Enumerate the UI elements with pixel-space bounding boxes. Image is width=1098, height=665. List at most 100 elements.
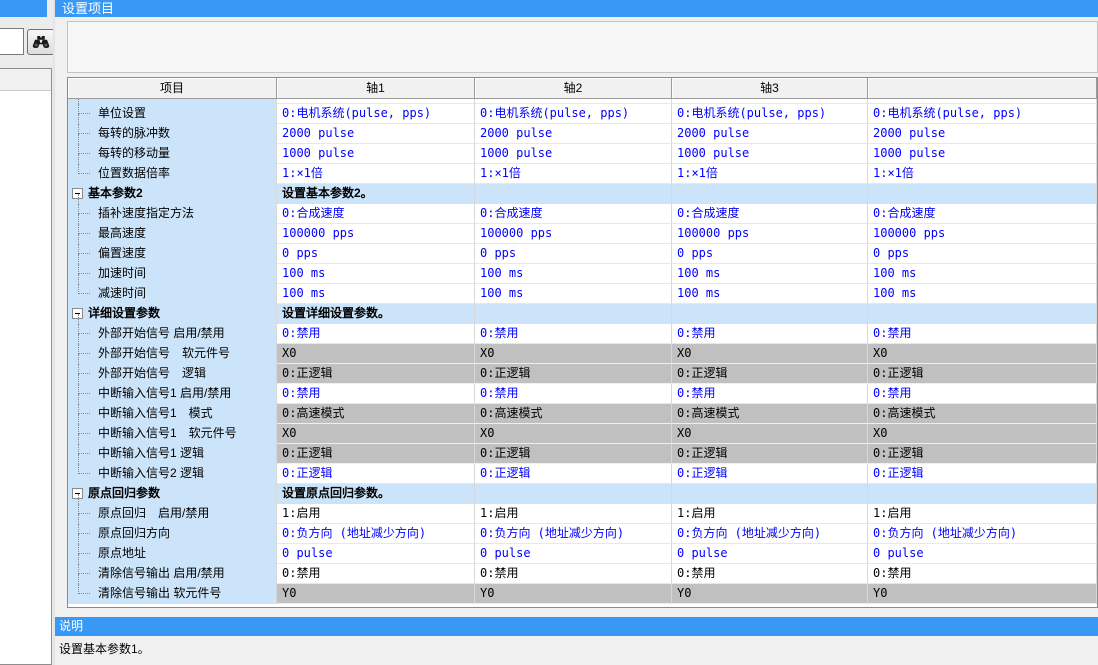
- value-cell: 0:高速模式: [277, 404, 475, 424]
- value-cell[interactable]: 0:禁用: [672, 324, 868, 344]
- value-cell[interactable]: 0:电机系统(pulse, pps): [277, 104, 475, 124]
- value-cell[interactable]: 0:负方向 (地址减少方向): [672, 524, 868, 544]
- value-cell[interactable]: 100 ms: [672, 264, 868, 284]
- value-cell[interactable]: 0:禁用: [475, 324, 672, 344]
- value-cell[interactable]: 0:负方向 (地址减少方向): [868, 524, 1097, 544]
- tree-branch-icon: [78, 424, 90, 434]
- value-cell[interactable]: 0:合成速度: [475, 204, 672, 224]
- value-cell[interactable]: 2000 pulse: [277, 124, 475, 144]
- value-cell[interactable]: 100 ms: [277, 284, 475, 304]
- value-cell[interactable]: 0:禁用: [868, 564, 1097, 584]
- item-cell: 位置数据倍率: [68, 164, 277, 184]
- table-row: 插补速度指定方法0:合成速度0:合成速度0:合成速度0:合成速度: [68, 204, 1097, 224]
- value-cell[interactable]: 0 pulse: [475, 544, 672, 564]
- value-cell[interactable]: 0:禁用: [475, 564, 672, 584]
- table-row: 原点回归 启用/禁用1:启用1:启用1:启用1:启用: [68, 504, 1097, 524]
- value-cell[interactable]: 0:禁用: [277, 564, 475, 584]
- value-cell[interactable]: 0 pulse: [672, 544, 868, 564]
- value-cell[interactable]: 2000 pulse: [475, 124, 672, 144]
- panel-titlebar[interactable]: 设置项目: [55, 0, 1098, 17]
- tree-branch-icon: [78, 124, 90, 134]
- option-area: [67, 21, 1098, 73]
- value-cell[interactable]: 100000 pps: [868, 224, 1097, 244]
- value-cell[interactable]: 100 ms: [868, 284, 1097, 304]
- search-input[interactable]: [0, 28, 24, 55]
- find-button[interactable]: [27, 29, 55, 55]
- tree-line: [78, 414, 79, 424]
- value-cell[interactable]: 0:正逻辑: [868, 464, 1097, 484]
- table-row: 中断输入信号1 逻辑0:正逻辑0:正逻辑0:正逻辑0:正逻辑: [68, 444, 1097, 464]
- value-cell[interactable]: 1:×1倍: [475, 164, 672, 184]
- value-cell[interactable]: 0:禁用: [868, 324, 1097, 344]
- item-cell: 加速时间: [68, 264, 277, 284]
- value-cell[interactable]: 0:禁用: [672, 564, 868, 584]
- value-cell[interactable]: 0:正逻辑: [277, 464, 475, 484]
- settings-table-body: 单位设置0:电机系统(pulse, pps)0:电机系统(pulse, pps)…: [68, 99, 1097, 604]
- value-cell[interactable]: 1:启用: [868, 504, 1097, 524]
- value-cell[interactable]: 0:正逻辑: [672, 464, 868, 484]
- blank-cell: [672, 184, 868, 204]
- value-cell[interactable]: 1000 pulse: [868, 144, 1097, 164]
- value-cell[interactable]: 0:电机系统(pulse, pps): [868, 104, 1097, 124]
- value-cell[interactable]: 0 pulse: [868, 544, 1097, 564]
- value-cell[interactable]: 1:×1倍: [672, 164, 868, 184]
- table-bottom-strip: [68, 604, 1097, 607]
- table-row: 外部开始信号 软元件号X0X0X0X0: [68, 344, 1097, 364]
- value-cell[interactable]: 0 pps: [672, 244, 868, 264]
- value-cell[interactable]: 100 ms: [475, 284, 672, 304]
- value-cell[interactable]: 0:禁用: [277, 384, 475, 404]
- value-cell[interactable]: 0:禁用: [277, 324, 475, 344]
- value-cell[interactable]: 0:正逻辑: [475, 464, 672, 484]
- tree-line: [78, 154, 79, 164]
- item-label: 中断输入信号1 逻辑: [98, 444, 204, 463]
- blank-cell: [868, 184, 1097, 204]
- value-cell[interactable]: 100000 pps: [672, 224, 868, 244]
- value-cell[interactable]: 2000 pulse: [868, 124, 1097, 144]
- value-cell[interactable]: 0:禁用: [672, 384, 868, 404]
- value-cell[interactable]: 0:合成速度: [868, 204, 1097, 224]
- value-cell[interactable]: 100000 pps: [475, 224, 672, 244]
- value-cell[interactable]: 0:负方向 (地址减少方向): [277, 524, 475, 544]
- value-cell[interactable]: 0 pps: [475, 244, 672, 264]
- item-label: 原点回归 启用/禁用: [98, 504, 209, 523]
- value-cell[interactable]: 0:禁用: [868, 384, 1097, 404]
- table-row: 每转的脉冲数2000 pulse2000 pulse2000 pulse2000…: [68, 124, 1097, 144]
- value-cell[interactable]: 1000 pulse: [672, 144, 868, 164]
- value-cell[interactable]: 0:禁用: [475, 384, 672, 404]
- section-row: 基本参数2 设置基本参数2。: [68, 184, 1097, 204]
- tree-line: [78, 114, 79, 124]
- value-cell[interactable]: 1000 pulse: [475, 144, 672, 164]
- value-cell[interactable]: 100 ms: [475, 264, 672, 284]
- section-description-cell: 设置基本参数2。: [277, 184, 475, 204]
- value-cell[interactable]: 1:启用: [277, 504, 475, 524]
- value-cell[interactable]: 0:电机系统(pulse, pps): [672, 104, 868, 124]
- binoculars-icon: [32, 35, 50, 49]
- value-cell[interactable]: 0:合成速度: [672, 204, 868, 224]
- item-label: 中断输入信号1 软元件号: [98, 424, 237, 443]
- column-header: [868, 78, 1097, 99]
- value-cell[interactable]: 1:启用: [475, 504, 672, 524]
- table-row: 偏置速度0 pps0 pps0 pps0 pps: [68, 244, 1097, 264]
- item-label: 基本参数2: [88, 184, 143, 203]
- value-cell[interactable]: 1:×1倍: [868, 164, 1097, 184]
- value-cell[interactable]: 100 ms: [672, 284, 868, 304]
- value-cell[interactable]: 1:×1倍: [277, 164, 475, 184]
- value-cell[interactable]: 2000 pulse: [672, 124, 868, 144]
- value-cell[interactable]: 0:合成速度: [277, 204, 475, 224]
- item-label: 每转的脉冲数: [98, 124, 170, 143]
- tree-branch-icon: [78, 284, 90, 294]
- table-row: 中断输入信号1 启用/禁用0:禁用0:禁用0:禁用0:禁用: [68, 384, 1097, 404]
- value-cell[interactable]: 100000 pps: [277, 224, 475, 244]
- value-cell[interactable]: 0 pps: [868, 244, 1097, 264]
- value-cell[interactable]: 0:负方向 (地址减少方向): [475, 524, 672, 544]
- value-cell[interactable]: 100 ms: [277, 264, 475, 284]
- value-cell[interactable]: 1000 pulse: [277, 144, 475, 164]
- value-cell[interactable]: 1:启用: [672, 504, 868, 524]
- panel-title: 设置项目: [62, 1, 114, 16]
- tree-branch-icon: [78, 524, 90, 534]
- description-titlebar[interactable]: 说明: [55, 617, 1098, 636]
- value-cell[interactable]: 0:电机系统(pulse, pps): [475, 104, 672, 124]
- value-cell[interactable]: 0 pulse: [277, 544, 475, 564]
- value-cell[interactable]: 0 pps: [277, 244, 475, 264]
- value-cell[interactable]: 100 ms: [868, 264, 1097, 284]
